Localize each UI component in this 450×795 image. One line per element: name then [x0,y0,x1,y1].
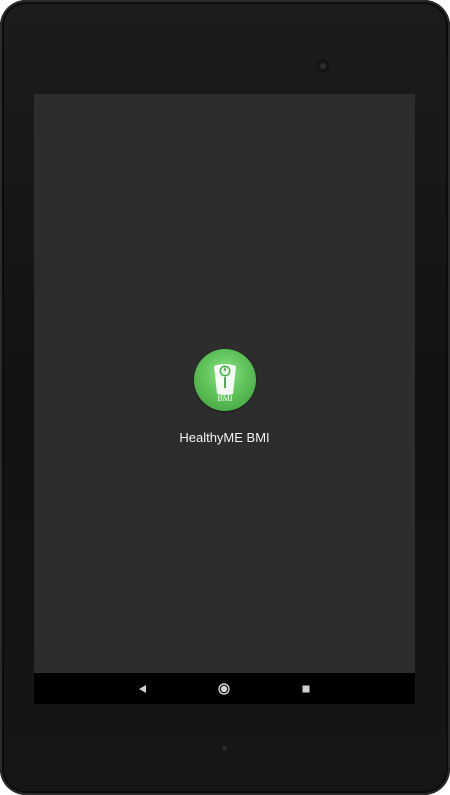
home-button[interactable] [204,673,244,704]
home-screen: BMI HealthyME BMI [34,94,415,673]
tablet-frame: BMI HealthyME BMI [0,0,450,795]
front-camera [317,60,329,72]
navigation-bar [34,673,415,704]
home-circle-icon [218,682,230,695]
app-shortcut-healthyme-bmi[interactable]: BMI HealthyME BMI [154,349,295,459]
bmi-icon-text: BMI [217,394,232,403]
device-screen: BMI HealthyME BMI [34,94,415,704]
back-button[interactable] [123,673,163,704]
proximity-sensor [222,746,227,751]
recents-button[interactable] [286,673,326,704]
bmi-scale-icon[interactable]: BMI [193,349,256,411]
recents-square-icon [302,685,310,692]
app-label: HealthyME BMI [179,430,270,445]
back-triangle-icon [139,684,146,693]
